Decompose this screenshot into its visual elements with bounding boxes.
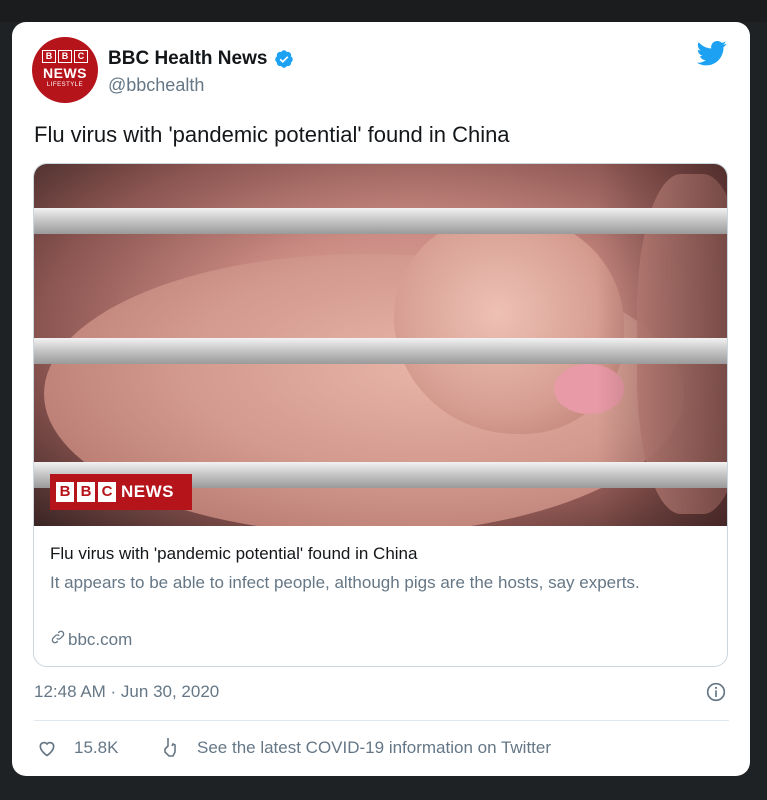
link-title[interactable]: Flu virus with 'pandemic potential' foun… bbox=[50, 544, 417, 564]
verified-badge-icon bbox=[275, 50, 293, 68]
photo-fence-bar bbox=[34, 208, 727, 234]
link-preview-meta[interactable]: Flu virus with 'pandemic potential' foun… bbox=[34, 526, 727, 666]
window-top-bar bbox=[0, 0, 767, 22]
link-domain-text: bbc.com bbox=[68, 630, 133, 649]
covid-info-link[interactable]: See the latest COVID-19 information on T… bbox=[197, 738, 551, 758]
bbc-news-logo: B B C NEWS bbox=[50, 474, 192, 510]
avatar-block-b1: B bbox=[42, 50, 56, 63]
photo-fence-bar bbox=[34, 338, 727, 364]
avatar-lifestyle-text: LIFESTYLE bbox=[46, 82, 84, 88]
logo-block-b1: B bbox=[56, 482, 74, 502]
avatar-block-b2: B bbox=[58, 50, 72, 63]
tweet-timestamp[interactable]: 12:48 AM · Jun 30, 2020 bbox=[34, 682, 219, 702]
twitter-bird-icon[interactable] bbox=[695, 38, 729, 68]
account-name[interactable]: BBC Health News bbox=[108, 48, 267, 70]
covid-info-icon[interactable] bbox=[162, 736, 178, 758]
tweet-text: Flu virus with 'pandemic potential' foun… bbox=[34, 122, 510, 147]
link-preview-card[interactable]: B B C NEWS Flu virus with 'pandemic pote… bbox=[33, 163, 728, 667]
info-icon[interactable] bbox=[706, 682, 726, 702]
logo-block-b2: B bbox=[77, 482, 95, 502]
avatar[interactable]: B B C NEWS LIFESTYLE bbox=[32, 37, 98, 103]
link-chain-icon bbox=[51, 630, 65, 644]
avatar-block-c: C bbox=[74, 50, 88, 63]
avatar-bbc-blocks: B B C bbox=[32, 50, 98, 63]
article-photo-pig[interactable]: B B C NEWS bbox=[34, 164, 727, 526]
link-description: It appears to be able to infect people, … bbox=[50, 573, 640, 592]
logo-block-c: C bbox=[98, 482, 116, 502]
heart-icon[interactable] bbox=[37, 738, 57, 758]
link-domain[interactable]: bbc.com bbox=[50, 629, 132, 650]
divider bbox=[34, 720, 729, 721]
logo-news-text: NEWS bbox=[121, 482, 174, 501]
account-handle[interactable]: @bbchealth bbox=[108, 75, 204, 96]
avatar-news-text: NEWS bbox=[43, 65, 87, 81]
tweet-card[interactable]: B B C NEWS LIFESTYLE BBC Health News @bb… bbox=[12, 22, 750, 776]
like-count[interactable]: 15.8K bbox=[74, 738, 118, 758]
